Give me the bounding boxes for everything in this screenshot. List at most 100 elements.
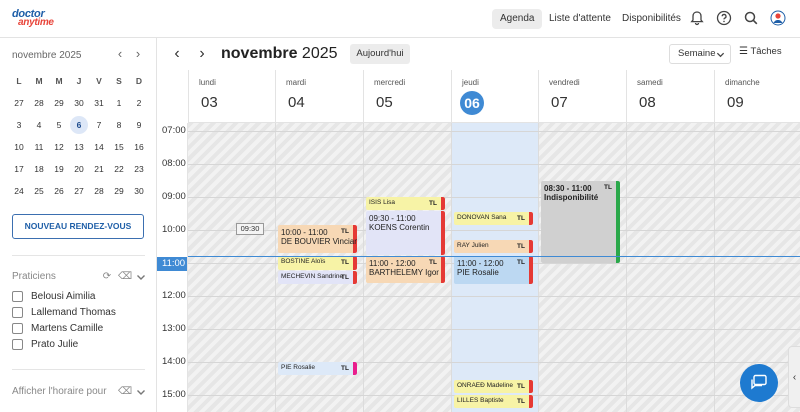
appointment-event[interactable]: PIE Rosalie TL [278, 362, 357, 376]
refresh-icon[interactable]: ⟳ [101, 271, 113, 283]
appointment-event[interactable]: 08:30 - 11:00 Indisponibilité TL [541, 180, 620, 263]
new-appointment-button[interactable]: NOUVEAU RENDEZ-VOUS [12, 214, 144, 239]
mini-day-today[interactable]: 6 [70, 116, 88, 134]
mini-day[interactable]: 7 [89, 116, 109, 134]
time-column: 07:00 08:00 09:00 10:00 11:00 12:00 13:00 14:00… [157, 123, 188, 412]
mini-day[interactable]: 13 [69, 138, 89, 156]
prev-week-icon[interactable]: ‹ [169, 46, 185, 62]
chat-button[interactable] [740, 364, 778, 402]
clear-filter-icon[interactable]: ⌫ [118, 271, 132, 283]
mini-day[interactable]: 23 [129, 160, 149, 178]
mini-day[interactable]: 4 [29, 116, 49, 134]
checkbox[interactable] [12, 322, 23, 334]
logo[interactable]: doctor anytime [12, 8, 60, 30]
event-title: BOSTINE Aloïs [281, 258, 326, 266]
checkbox[interactable] [12, 306, 23, 318]
checkbox[interactable] [12, 290, 23, 302]
mini-day[interactable]: 19 [49, 160, 69, 178]
practitioner-name: Belousi Aimilia [31, 290, 96, 302]
event-status-bar [353, 256, 357, 270]
mini-day[interactable]: 22 [109, 160, 129, 178]
mini-day[interactable]: 8 [109, 116, 129, 134]
help-icon[interactable] [716, 10, 732, 26]
day-header[interactable]: vendredi 07 [538, 70, 626, 123]
today-button[interactable]: Aujourd'hui [350, 44, 410, 64]
day-header[interactable]: lundi 03 [188, 70, 275, 123]
collapse-panel-icon[interactable]: ‹ [788, 346, 800, 408]
day-header-today[interactable]: jeudi 06 [451, 70, 538, 123]
mini-day[interactable]: 5 [49, 116, 69, 134]
view-select[interactable]: Semaine [669, 44, 731, 64]
mini-day[interactable]: 28 [29, 94, 49, 112]
day-header[interactable]: dimanche 09 [714, 70, 800, 123]
nav-waitlist[interactable]: Liste d'attente [541, 9, 619, 29]
appointment-event[interactable]: LILLES Baptiste TL [454, 395, 533, 409]
appointment-event[interactable]: 10:00 - 11:00DE BOUVIER VincianneTL [278, 225, 357, 254]
practitioner-item[interactable]: Belousi Aimilia [12, 289, 95, 303]
mini-day[interactable]: 21 [89, 160, 109, 178]
calendar-grid[interactable]: ISIS Lisa TL 09:30 - 11:00 KOENS Corentin 11… [188, 123, 800, 412]
mini-day[interactable]: 28 [89, 182, 109, 200]
mini-day[interactable]: 15 [109, 138, 129, 156]
mini-prev-month-icon[interactable]: ‹ [113, 47, 127, 61]
mini-day[interactable]: 10 [9, 138, 29, 156]
practitioner-item[interactable]: Prato Julie [12, 337, 78, 351]
practitioner-item[interactable]: Lallemand Thomas [12, 305, 116, 319]
mini-day[interactable]: 25 [29, 182, 49, 200]
mini-day[interactable]: 2 [129, 94, 149, 112]
mini-week-row: 10 11 12 13 14 15 16 [9, 136, 149, 158]
mini-next-month-icon[interactable]: › [131, 47, 145, 61]
day-header[interactable]: samedi 08 [626, 70, 714, 123]
event-badge: TL [517, 259, 525, 267]
appointment-event[interactable]: RAY Julien TL [454, 239, 533, 254]
appointment-event[interactable]: 09:30 - 11:00 KOENS Corentin [366, 210, 445, 255]
chevron-down-icon[interactable] [135, 271, 147, 283]
day-name: mardi [286, 78, 307, 87]
clear-filter-icon[interactable]: ⌫ [118, 386, 132, 398]
checkbox[interactable] [12, 338, 23, 350]
bell-icon[interactable] [689, 10, 705, 26]
practitioner-name: Martens Camille [31, 322, 104, 334]
nav-availability[interactable]: Disponibilités [614, 9, 689, 29]
appointment-event[interactable]: ISIS Lisa TL [366, 197, 445, 211]
event-badge: TL [341, 259, 349, 267]
appointment-event[interactable]: BOSTINE Aloïs TL [278, 256, 357, 270]
mini-day[interactable]: 29 [49, 94, 69, 112]
tasks-button[interactable]: ☰ Tâches [739, 46, 782, 57]
user-icon[interactable] [770, 10, 786, 26]
mini-day[interactable]: 3 [9, 116, 29, 134]
mini-day[interactable]: 1 [109, 94, 129, 112]
mini-day[interactable]: 12 [49, 138, 69, 156]
mini-day[interactable]: 18 [29, 160, 49, 178]
mini-day[interactable]: 30 [69, 94, 89, 112]
day-header[interactable]: mercredi 05 [363, 70, 451, 123]
mini-day[interactable]: 20 [69, 160, 89, 178]
mini-day[interactable]: 16 [129, 138, 149, 156]
event-title: MECHEVIN Sandrine [281, 273, 344, 281]
mini-day[interactable]: 29 [109, 182, 129, 200]
day-header[interactable]: mardi 04 [275, 70, 363, 123]
appointment-event[interactable]: DONOVAN Sana TL [454, 211, 533, 226]
mini-day[interactable]: 27 [9, 94, 29, 112]
mini-day[interactable]: 31 [89, 94, 109, 112]
column-separator [538, 123, 539, 412]
mini-day[interactable]: 27 [69, 182, 89, 200]
mini-day[interactable]: 14 [89, 138, 109, 156]
chevron-down-icon[interactable] [135, 386, 147, 398]
appointment-event[interactable]: ONRAEÐ Madeline TL [454, 380, 533, 394]
appointment-event[interactable]: 11:00 - 12:00 PIE Rosalie TL [454, 256, 533, 285]
nav-agenda[interactable]: Agenda [492, 9, 543, 29]
mini-day[interactable]: 9 [129, 116, 149, 134]
mini-weekday-row: L M M J V S D [9, 70, 149, 92]
mini-day[interactable]: 30 [129, 182, 149, 200]
day-date: 03 [201, 94, 218, 111]
mini-day[interactable]: 17 [9, 160, 29, 178]
appointment-event[interactable]: MECHEVIN Sandrine TL [278, 271, 357, 285]
next-week-icon[interactable]: › [194, 46, 210, 62]
search-icon[interactable] [743, 10, 759, 26]
mini-day[interactable]: 26 [49, 182, 69, 200]
practitioner-item[interactable]: Martens Camille [12, 321, 103, 335]
mini-day[interactable]: 24 [9, 182, 29, 200]
mini-day[interactable]: 11 [29, 138, 49, 156]
appointment-event[interactable]: 11:00 - 12:00 BARTHELEMY Igor TL [366, 256, 445, 283]
